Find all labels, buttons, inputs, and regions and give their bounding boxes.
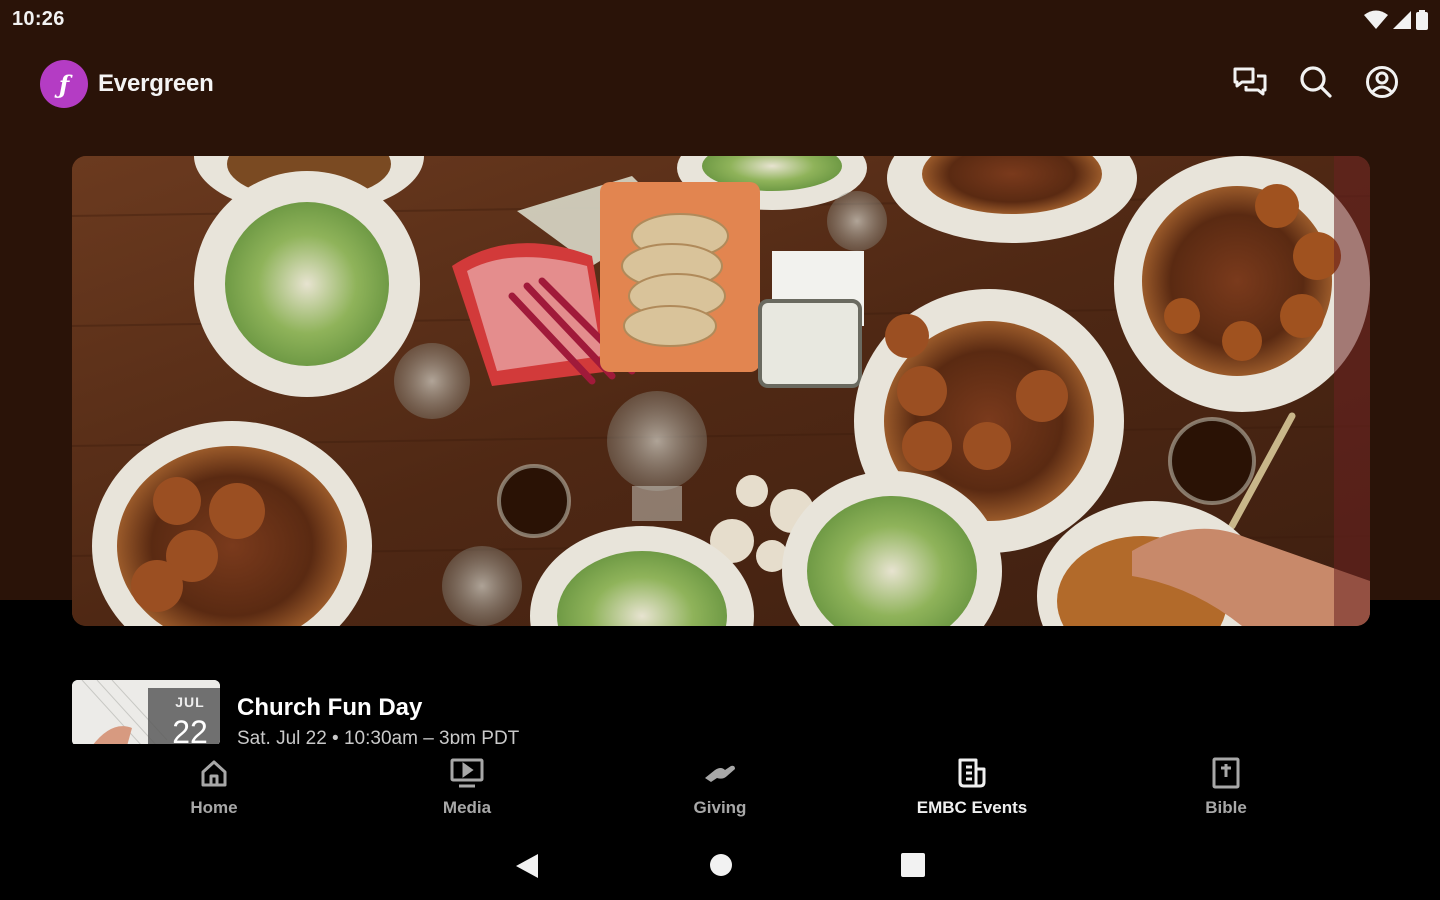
food-table-photo	[72, 156, 1370, 626]
event-day: 22	[172, 714, 208, 746]
home-circle-icon	[710, 854, 732, 876]
header-actions	[1232, 64, 1400, 100]
recents-square-icon	[901, 853, 925, 877]
nav-item-embc-events[interactable]: EMBC Events	[872, 756, 1072, 818]
event-thumbnail: JUL 22	[72, 680, 220, 746]
wifi-icon	[1364, 10, 1388, 29]
nav-label-giving: Giving	[693, 798, 747, 817]
nav-label-bible: Bible	[1205, 798, 1247, 817]
account-icon	[1366, 66, 1398, 98]
app-title: Evergreen	[98, 70, 214, 97]
event-title: Church Fun Day	[237, 694, 423, 721]
system-recents-button[interactable]	[900, 852, 926, 885]
bottom-navigation: Home Media Giving EMBC Events Bible	[0, 744, 1440, 832]
nav-item-media[interactable]: Media	[367, 756, 567, 818]
app-logo-letter: ƒ	[58, 69, 70, 99]
event-month: JUL	[175, 694, 205, 710]
search-button[interactable]	[1298, 64, 1334, 100]
event-card[interactable]: JUL 22 Church Fun Day Sat, Jul 22 • 10:3…	[72, 680, 1370, 750]
system-home-button[interactable]	[708, 852, 734, 885]
nav-label-media: Media	[442, 798, 492, 817]
app-logo[interactable]: ƒ	[40, 60, 88, 108]
media-icon	[450, 758, 484, 788]
system-back-button[interactable]	[514, 852, 540, 885]
system-navigation-bar	[0, 832, 1440, 900]
events-icon	[958, 758, 986, 788]
messages-button[interactable]	[1232, 64, 1268, 100]
status-time: 10:26	[12, 8, 65, 30]
search-icon	[1300, 66, 1332, 98]
app-bar: ƒ Evergreen	[0, 56, 1440, 116]
status-bar: 10:26	[0, 0, 1440, 40]
messages-icon	[1233, 67, 1267, 96]
nav-item-home[interactable]: Home	[114, 756, 314, 818]
battery-icon	[1416, 10, 1428, 30]
nav-item-giving[interactable]: Giving	[620, 756, 820, 818]
giving-icon	[705, 765, 735, 782]
hero-image[interactable]	[72, 156, 1370, 626]
cellular-icon	[1393, 11, 1411, 29]
home-icon	[201, 760, 227, 787]
bible-icon	[1212, 757, 1240, 789]
nav-label-home: Home	[190, 798, 238, 817]
back-triangle-icon	[516, 854, 538, 878]
status-icons	[1364, 8, 1428, 32]
nav-item-bible[interactable]: Bible	[1126, 756, 1326, 818]
account-button[interactable]	[1364, 64, 1400, 100]
nav-label-embc-events: EMBC Events	[916, 798, 1028, 817]
